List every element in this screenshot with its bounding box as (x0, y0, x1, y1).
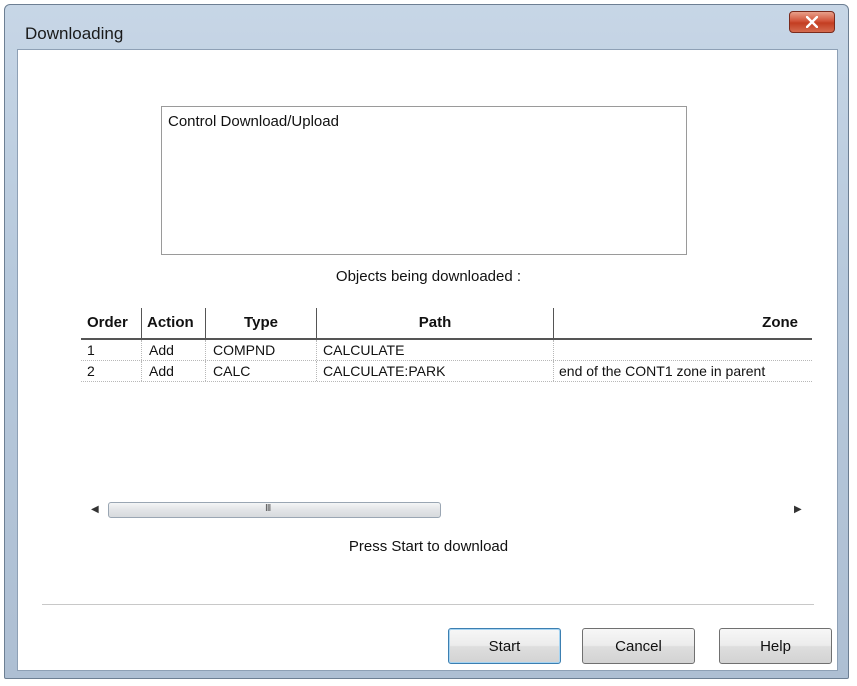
objects-label: Objects being downloaded : (335, 268, 522, 285)
cell-action: Add (149, 342, 174, 358)
column-header-type[interactable]: Type (206, 314, 316, 331)
table-row[interactable]: 2 Add CALC CALCULATE:PARK end of the CON… (81, 361, 812, 382)
scrollbar-thumb[interactable]: III (108, 502, 441, 518)
cell-divider (141, 361, 142, 381)
cell-type: CALC (213, 363, 251, 379)
cell-divider (553, 361, 554, 381)
info-box-text: Control Download/Upload (168, 113, 339, 130)
cell-type: COMPND (213, 342, 276, 358)
column-header-zone[interactable]: Zone (762, 314, 798, 331)
scroll-right-arrow-icon[interactable]: ▶ (794, 504, 804, 516)
cell-order: 1 (87, 342, 95, 358)
cell-path: CALCULATE (323, 342, 405, 358)
column-header-order[interactable]: Order (87, 314, 128, 331)
cell-divider (205, 340, 206, 360)
horizontal-scrollbar[interactable]: ◀ III ▶ (81, 500, 812, 520)
downloading-dialog: Downloading Control Download/Upload Obje… (4, 4, 849, 679)
dialog-body: Control Download/Upload Objects being do… (17, 49, 838, 671)
cell-divider (141, 340, 142, 360)
column-header-path[interactable]: Path (317, 314, 553, 331)
close-icon (806, 16, 818, 28)
button-divider (42, 604, 814, 605)
scroll-left-arrow-icon[interactable]: ◀ (91, 504, 101, 516)
cell-action: Add (149, 363, 174, 379)
info-text-box: Control Download/Upload (161, 106, 687, 255)
status-text: Press Start to download (348, 538, 509, 555)
cell-path: CALCULATE:PARK (323, 363, 446, 379)
start-button[interactable]: Start (448, 628, 561, 664)
column-header-action[interactable]: Action (147, 314, 194, 331)
cell-divider (316, 340, 317, 360)
cell-zone: end of the CONT1 zone in parent (559, 363, 766, 379)
help-button[interactable]: Help (719, 628, 832, 664)
table-header: Order Action Type Path Zone (81, 306, 812, 340)
objects-table: Order Action Type Path Zone 1 Add COMPND… (81, 306, 812, 382)
cell-divider (205, 361, 206, 381)
title-bar[interactable]: Downloading (5, 5, 848, 49)
window-title: Downloading (25, 24, 124, 43)
table-row[interactable]: 1 Add COMPND CALCULATE (81, 340, 812, 361)
column-separator[interactable] (141, 308, 142, 338)
close-button[interactable] (789, 11, 835, 33)
cell-divider (316, 361, 317, 381)
cancel-button[interactable]: Cancel (582, 628, 695, 664)
scrollbar-grip-icon: III (265, 503, 271, 514)
cell-order: 2 (87, 363, 95, 379)
cell-divider (553, 340, 554, 360)
column-separator[interactable] (553, 308, 554, 338)
